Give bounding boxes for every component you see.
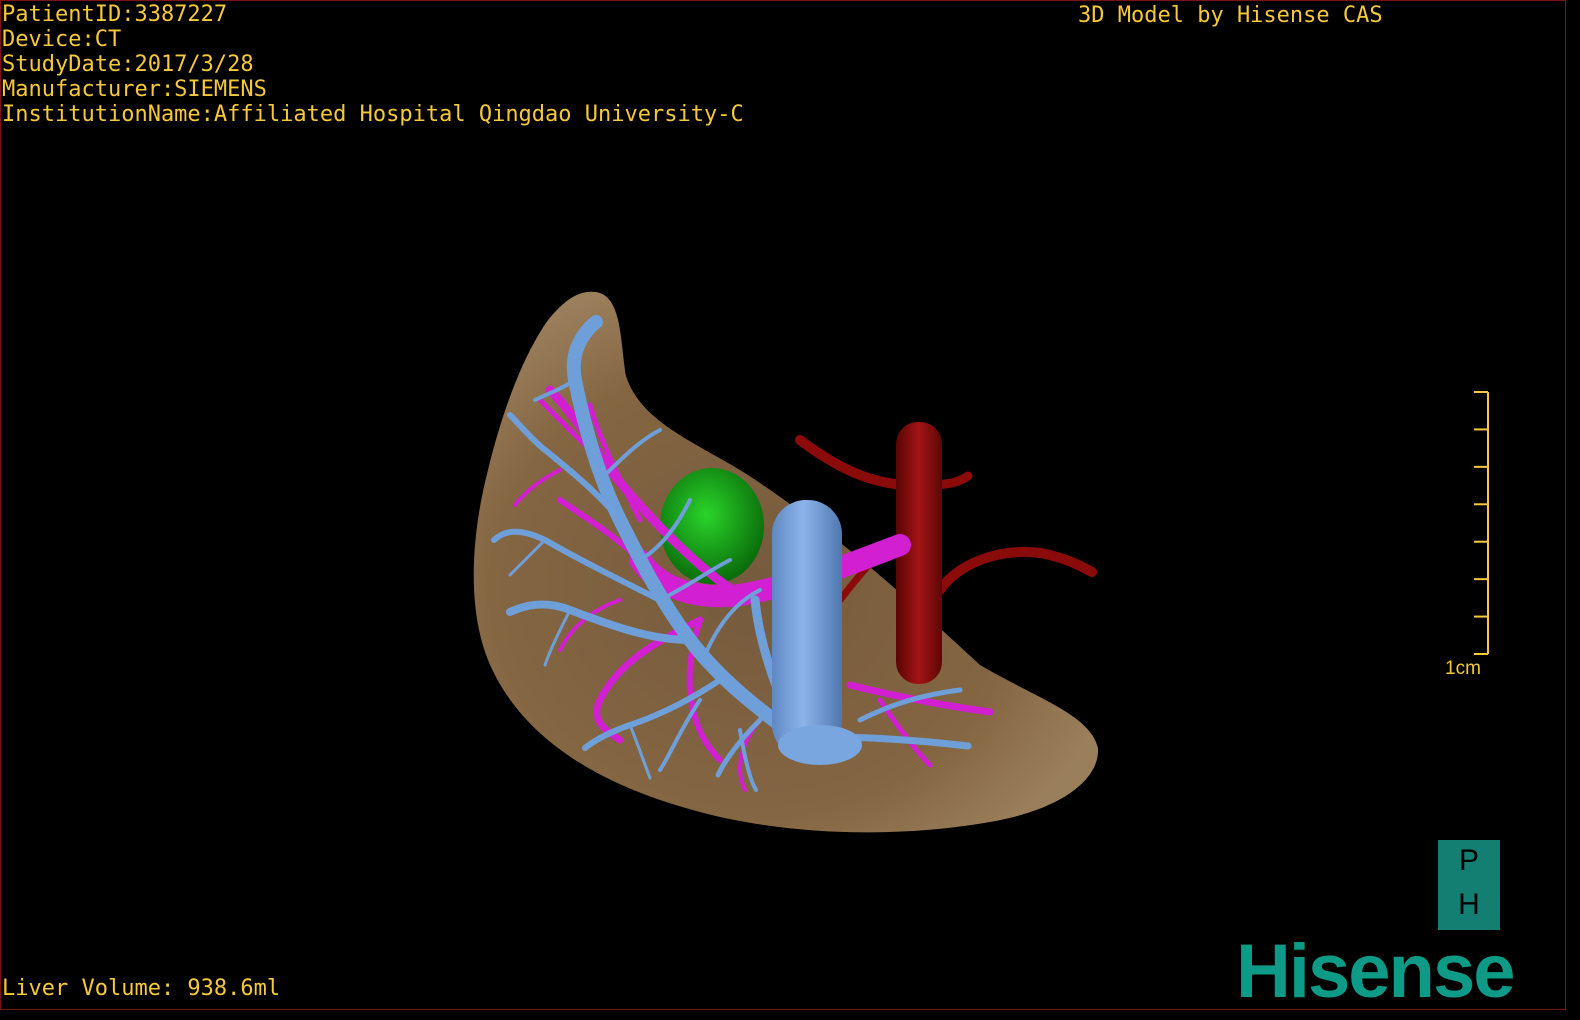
institution-text: InstitutionName:Affiliated Hospital Qing… — [2, 102, 744, 127]
scale-bar — [1474, 391, 1489, 655]
hisense-logo: Hisense — [1236, 929, 1515, 1014]
study-date-text: StudyDate:2017/3/28 — [2, 52, 254, 77]
manufacturer-text: Manufacturer:SIEMENS — [2, 77, 267, 102]
study-info-panel: PatientID:3387227 Device:CT StudyDate:20… — [2, 2, 744, 127]
model-credit-text: 3D Model by Hisense CAS — [1078, 3, 1383, 28]
liver-volume-text: Liver Volume: 938.6ml — [2, 976, 281, 1001]
orientation-top-label: P — [1458, 844, 1479, 877]
orientation-bottom-label: H — [1458, 888, 1480, 921]
patient-id-text: PatientID:3387227 — [2, 2, 228, 27]
inferior-vena-cava-model — [772, 500, 842, 758]
scale-bar-label: 1cm — [1445, 658, 1481, 679]
device-text: Device:CT — [2, 27, 122, 52]
ivc-outlet — [778, 725, 862, 765]
3d-model-viewport[interactable] — [0, 0, 1566, 1010]
orientation-cube[interactable]: P H — [1438, 840, 1500, 930]
